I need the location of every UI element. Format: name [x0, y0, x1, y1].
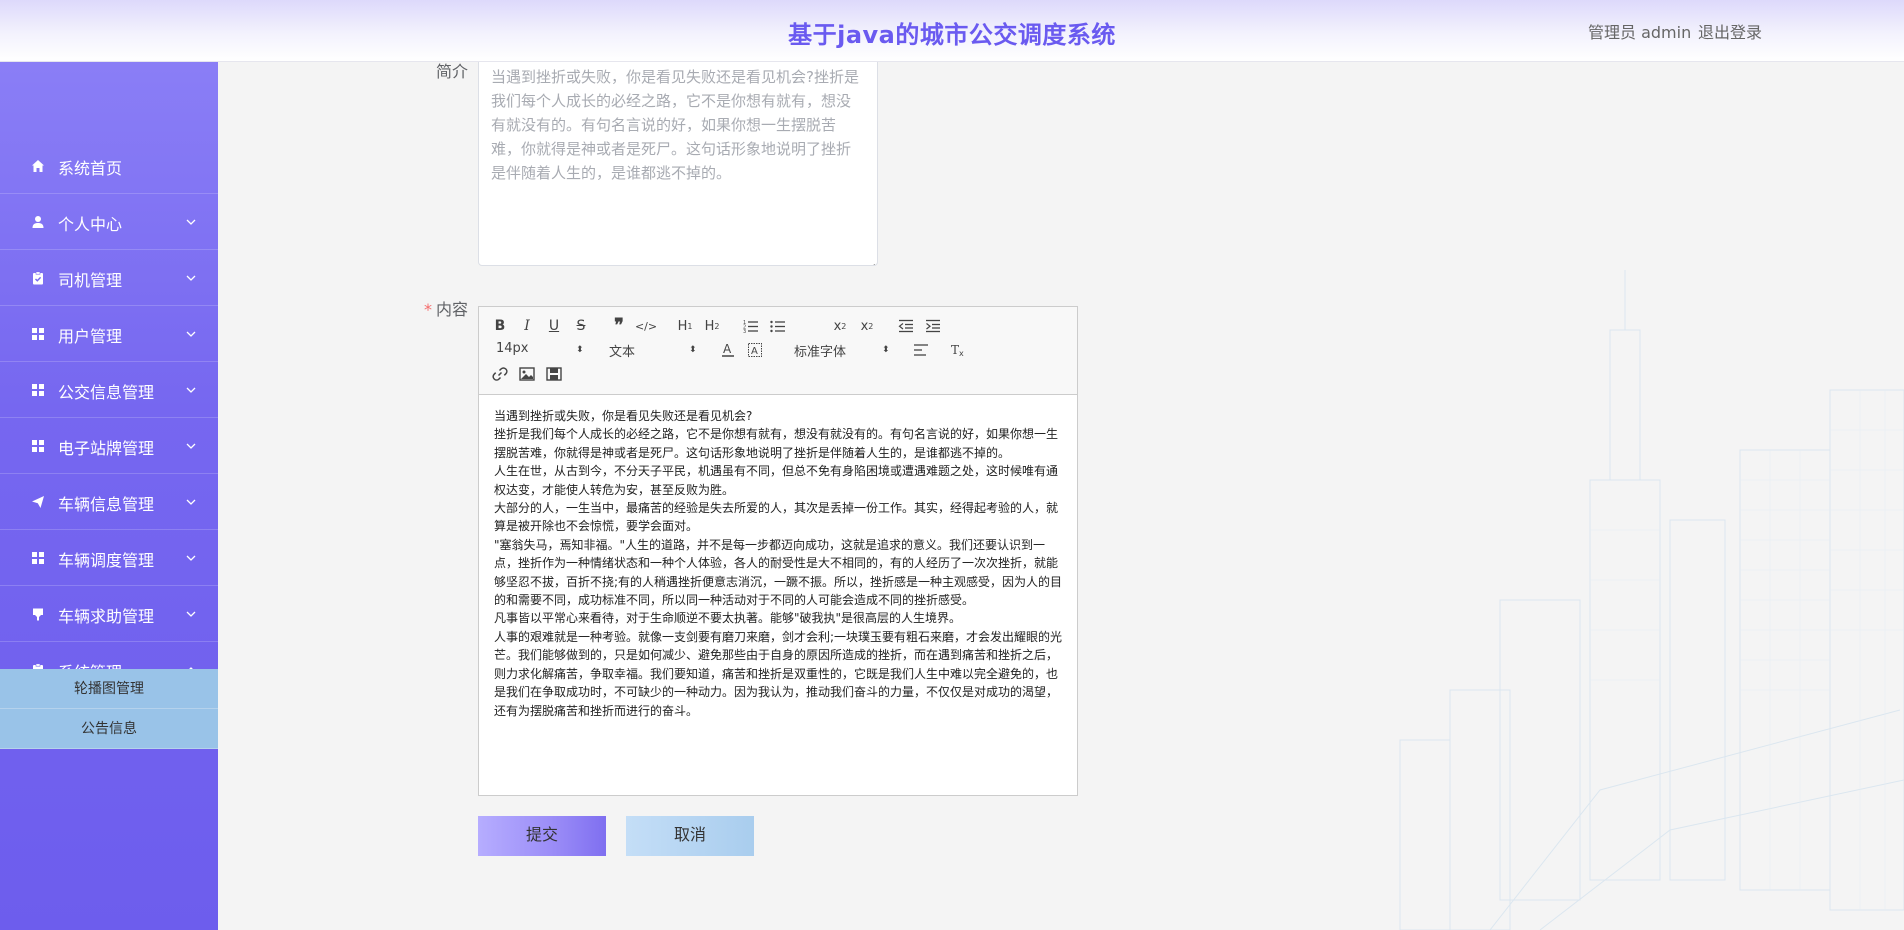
svg-text:3: 3 [743, 329, 746, 333]
chevron-down-icon [186, 604, 196, 617]
svg-text:A: A [751, 346, 758, 357]
current-user: 管理员 admin [1588, 23, 1692, 42]
chevron-down-icon [186, 436, 196, 449]
underline-icon[interactable]: U [544, 316, 564, 336]
content-paragraph: 挫折是我们每个人成长的必经之路，它不是你想有就有，想没有就没有的。有句名言说的好… [494, 427, 1059, 460]
clipboard-icon [30, 270, 46, 286]
background-color-icon[interactable]: A [745, 340, 765, 360]
svg-text:T: T [951, 343, 959, 357]
city-background-illustration [1340, 270, 1904, 930]
sidebar-item-driver[interactable]: 司机管理 [0, 250, 218, 306]
chevron-down-icon [186, 380, 196, 393]
cancel-button[interactable]: 取消 [626, 816, 754, 856]
sidebar-item-personal-center[interactable]: 个人中心 [0, 194, 218, 250]
sidebar-item-help[interactable]: 车辆求助管理 [0, 586, 218, 642]
required-mark: * [424, 300, 432, 319]
heading-2-icon[interactable]: H2 [702, 316, 722, 336]
grid-icon [30, 438, 46, 454]
heading-1-icon[interactable]: H1 [675, 316, 695, 336]
sidebar-item-label: 车辆调度管理 [58, 551, 155, 570]
font-size-select[interactable]: 14px ⬍ [496, 341, 586, 361]
sidebar-item-label: 司机管理 [58, 271, 123, 290]
home-icon [30, 158, 46, 174]
editor-toolbar: B I U S ❞ </> H1 H2 123 x2 x2 14px ⬍ 文本 … [479, 307, 1077, 395]
blockquote-icon[interactable]: ❞ [609, 315, 629, 336]
send-icon [30, 494, 46, 510]
select-arrow-icon: ⬍ [689, 345, 697, 355]
submit-button[interactable]: 提交 [478, 816, 606, 856]
sidebar-item-vehicle-info[interactable]: 车辆信息管理 [0, 474, 218, 530]
content-paragraph: 当遇到挫折或失败，你是看见失败还是看见机会? [494, 409, 753, 423]
superscript-icon[interactable]: x2 [857, 316, 877, 336]
sidebar-item-e-stop-sign[interactable]: 电子站牌管理 [0, 418, 218, 474]
font-family-select[interactable]: 标准字体 ⬍ [794, 341, 894, 361]
sidebar-item-label: 公交信息管理 [58, 383, 155, 402]
content-paragraph: 人事的艰难就是一种考验。就像一支剑要有磨刀来磨，剑才会利;一块璞玉要有粗石来磨，… [494, 629, 1063, 718]
italic-icon[interactable]: I [517, 316, 537, 336]
grid-icon [30, 550, 46, 566]
chevron-down-icon [186, 324, 196, 337]
content-label: * 内容 [424, 300, 469, 319]
flag-icon [30, 606, 46, 622]
align-icon[interactable] [911, 340, 931, 360]
sidebar-item-home[interactable]: 系统首页 [0, 138, 218, 194]
select-arrow-icon: ⬍ [576, 345, 584, 355]
top-header: 基于java的城市公交调度系统 管理员 admin 退出登录 [0, 0, 1904, 62]
sidebar-item-label: 系统首页 [58, 159, 123, 178]
bold-icon[interactable]: B [490, 316, 510, 336]
font-color-icon[interactable]: A [718, 340, 738, 360]
chevron-down-icon [186, 492, 196, 505]
header-select[interactable]: 文本 ⬍ [609, 341, 699, 361]
rich-text-editor[interactable]: B I U S ❞ </> H1 H2 123 x2 x2 14px ⬍ 文本 … [478, 306, 1078, 796]
link-icon[interactable] [490, 364, 510, 384]
subscript-icon[interactable]: x2 [830, 316, 850, 336]
intro-text: 当遇到挫折或失败，你是看见失败还是看见机会?挫折是我们每个人成长的必经之路，它不… [491, 68, 859, 182]
sidebar-item-user-mgmt[interactable]: 用户管理 [0, 306, 218, 362]
submenu-carousel[interactable]: 轮播图管理 [0, 669, 218, 709]
chevron-down-icon [186, 268, 196, 281]
strike-icon[interactable]: S [571, 316, 591, 336]
chevron-down-icon [186, 212, 196, 225]
indent-icon[interactable] [923, 316, 943, 336]
sidebar-item-dispatch[interactable]: 车辆调度管理 [0, 530, 218, 586]
video-icon[interactable] [544, 364, 564, 384]
image-icon[interactable] [517, 364, 537, 384]
select-arrow-icon: ⬍ [882, 345, 890, 355]
logout-link[interactable]: 退出登录 [1698, 19, 1762, 43]
content-paragraph: 大部分的人，一生当中，最痛苦的经验是失去所爱的人，其次是丢掉一份工作。其实，经得… [494, 501, 1059, 534]
sidebar-item-label: 个人中心 [58, 215, 123, 234]
submenu-notice[interactable]: 公告信息 [0, 709, 218, 749]
code-block-icon[interactable]: </> [635, 316, 657, 336]
ordered-list-icon[interactable]: 123 [741, 316, 761, 336]
content-paragraph: 凡事皆以平常心来看待，对于生命顺逆不要太执著。能够"破我执"是很高层的人生境界。 [494, 611, 962, 626]
sidebar-item-label: 车辆求助管理 [58, 607, 155, 626]
sidebar-item-label: 电子站牌管理 [58, 439, 155, 458]
clear-format-icon[interactable]: Tx [948, 340, 968, 360]
user-icon [30, 214, 46, 230]
sidebar-item-bus-info[interactable]: 公交信息管理 [0, 362, 218, 418]
outdent-icon[interactable] [896, 316, 916, 336]
intro-textarea[interactable]: 当遇到挫折或失败，你是看见失败还是看见机会?挫折是我们每个人成长的必经之路，它不… [478, 58, 878, 266]
content-paragraph: "塞翁失马，焉知非福。"人生的道路，并不是每一步都迈向成功，这就是追求的意义。我… [494, 537, 1063, 608]
svg-text:x: x [959, 349, 964, 358]
bullet-list-icon[interactable] [768, 316, 788, 336]
sidebar-item-label: 用户管理 [58, 327, 123, 346]
sidebar: 系统首页 个人中心 司机管理 用户管理 公交信息管理 电子站牌管理 车辆信息管理… [0, 62, 218, 930]
grid-icon [30, 382, 46, 398]
chevron-down-icon [186, 548, 196, 561]
grid-icon [30, 326, 46, 342]
resize-handle-icon[interactable] [867, 255, 876, 265]
content-paragraph: 人生在世，从古到今，不分天子平民，机遇虽有不同，但总不免有身陷困境或遭遇难题之处… [494, 464, 1059, 497]
editor-content[interactable]: 当遇到挫折或失败，你是看见失败还是看见机会? 挫折是我们每个人成长的必经之路，它… [494, 407, 1064, 720]
sidebar-item-label: 车辆信息管理 [58, 495, 155, 514]
svg-text:A: A [723, 342, 732, 356]
